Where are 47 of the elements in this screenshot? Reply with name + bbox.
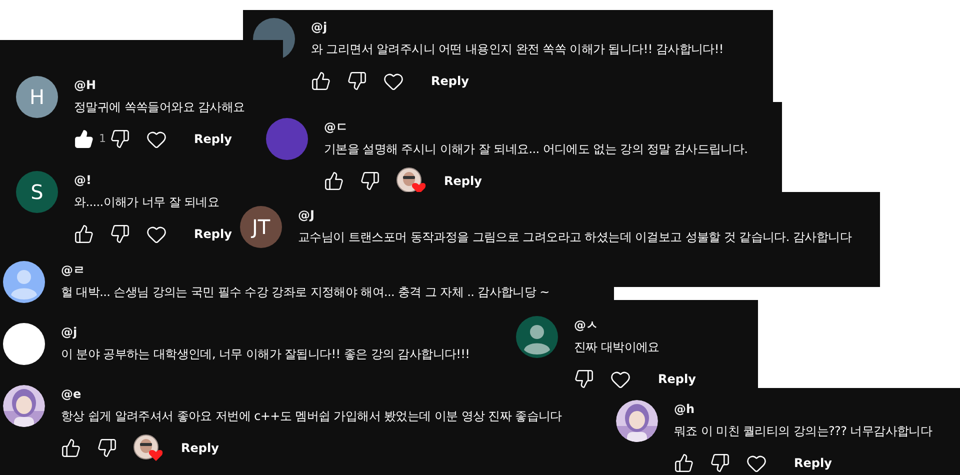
comment-text: 뭐죠 이 미친 퀄리티의 강의는??? 너무감사합니다 [674, 423, 932, 440]
comment-text: 와.....이해가 너무 잘 되네요 [74, 194, 220, 211]
like-icon[interactable] [674, 453, 694, 473]
username[interactable]: @h [674, 401, 695, 417]
reply-button[interactable]: Reply [190, 130, 236, 148]
username[interactable]: @H [74, 77, 96, 93]
creator-heart-icon [396, 167, 426, 195]
comment-text: 기본을 설명해 주시니 이해가 잘 되네요... 어디에도 없는 강의 정말 감사드립니다. [324, 141, 748, 158]
username[interactable]: @! [74, 172, 92, 188]
dislike-icon[interactable] [574, 369, 594, 388]
like-count: 1 [99, 130, 106, 147]
reply-button[interactable]: Reply [177, 439, 223, 457]
comment-text: 이 분야 공부하는 대학생인데, 너무 이해가 잘됩니다!! 좋은 강의 감사합니다!!! [61, 346, 470, 363]
username[interactable]: @ㄷ [324, 119, 348, 135]
like-icon[interactable] [74, 129, 94, 149]
comment-text: 항상 쉽게 알려주셔서 좋아요 저번에 c++도 멤버쉽 가입해서 봤었는데 이분 영상 진짜 좋습니다 [61, 408, 562, 425]
avatar: JT [240, 206, 282, 248]
comment-text: 헐 대박... 슨생님 강의는 국민 필수 수강 강좌로 지정해야 해여... 충격 그 자체 .. 감사합니당 ~ [61, 284, 550, 301]
dislike-icon[interactable] [110, 224, 130, 244]
reply-button[interactable]: Reply [790, 454, 836, 472]
dislike-icon[interactable] [710, 453, 730, 473]
reply-button[interactable]: Reply [440, 172, 486, 190]
reply-button[interactable]: Reply [190, 225, 236, 243]
like-icon[interactable] [61, 438, 81, 458]
username[interactable]: @j [61, 324, 78, 340]
dislike-icon[interactable] [360, 171, 380, 191]
avatar: H [16, 76, 58, 118]
reply-button[interactable]: Reply [654, 370, 700, 388]
comment-text: 교수님이 트랜스포머 동작과정을 그림으로 그려오라고 하셨는데 이걸보고 성불할 것 같습니다. 감사합니다 [298, 229, 852, 246]
username[interactable]: @j [311, 19, 328, 35]
dislike-icon[interactable] [347, 71, 367, 91]
username[interactable]: @e [61, 386, 82, 402]
creator-heart-icon [133, 434, 163, 462]
avatar [3, 323, 45, 365]
username[interactable]: @J [298, 207, 314, 223]
username[interactable]: @ㅅ [574, 317, 598, 333]
comment-text: 정말귀에 쏙쏙들어와요 감사해요 [74, 99, 245, 116]
username[interactable]: @ㄹ [61, 262, 85, 278]
like-icon[interactable] [311, 71, 331, 91]
reply-button[interactable]: Reply [427, 72, 473, 90]
avatar: S [16, 171, 58, 213]
like-icon[interactable] [74, 224, 94, 244]
comment-text: 진짜 대박이에요 [574, 339, 660, 356]
like-icon[interactable] [324, 171, 344, 191]
dislike-icon[interactable] [110, 129, 130, 149]
comment-text: 와 그리면서 알려주시니 어떤 내용인지 완전 쏙쏙 이해가 됩니다!! 감사합니다!! [311, 41, 724, 58]
dislike-icon[interactable] [97, 438, 117, 458]
